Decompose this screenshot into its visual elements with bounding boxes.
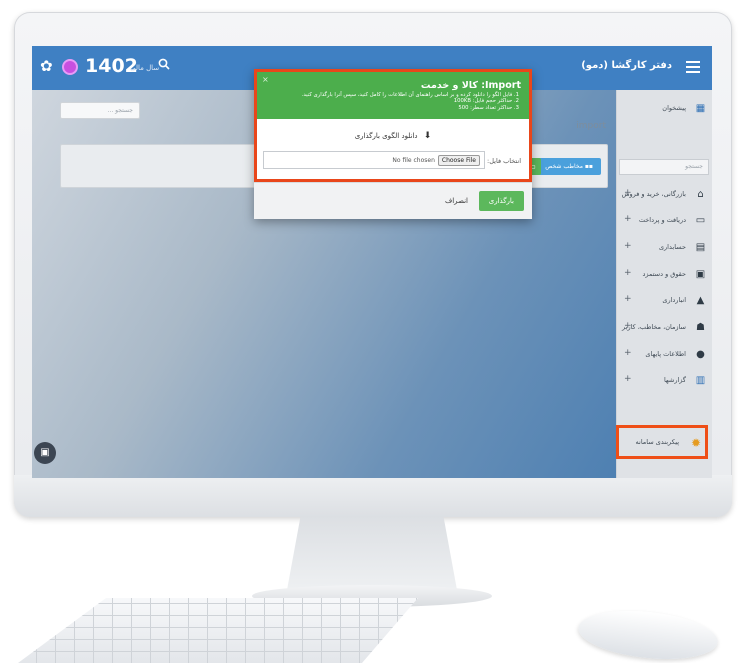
hamburger-menu-icon[interactable]: [686, 61, 700, 73]
modal-instructions: 1. فایل الگو را دانلود کرده و بر اساس را…: [302, 92, 519, 111]
expand-plus-icon[interactable]: +: [624, 294, 632, 304]
file-input[interactable]: Choose File No file chosen: [263, 151, 485, 169]
sidebar-item-label: اطلاعات پایهای: [645, 350, 686, 358]
screen: دفتر کارگشا (دمو) ✿ 1402 سال مالی جستجو …: [32, 46, 712, 478]
users-icon: ▪▪: [584, 163, 593, 170]
modal-title: Import: کالا و خدمت: [420, 80, 521, 91]
expand-plus-icon[interactable]: +: [624, 241, 632, 251]
sidebar-item-label: حقوق و دستمزد: [642, 270, 686, 278]
info-icon: ●: [696, 349, 705, 360]
expand-plus-icon[interactable]: +: [624, 188, 632, 198]
file-select-label: انتخاب فایل:: [487, 157, 521, 165]
settings-gear-icon[interactable]: ✿: [40, 59, 53, 74]
monitor-chin: [14, 475, 732, 517]
close-icon[interactable]: ×: [262, 75, 269, 84]
sidebar-item-organization[interactable]: ☗ سازمان، مخاطب، کاربر +: [616, 318, 712, 338]
monitor: دفتر کارگشا (دمو) ✿ 1402 سال مالی جستجو …: [14, 12, 732, 517]
sidebar-search-input[interactable]: جستجو: [619, 159, 709, 175]
download-template-label: دانلود الگوی بارگذاری: [354, 132, 418, 140]
gear-icon: ✹: [690, 436, 701, 450]
sidebar-item-dashboard[interactable]: ▦ پیشخوان: [616, 99, 712, 119]
sidebar-item-reports[interactable]: ▥ گزارشها +: [616, 371, 712, 391]
app-title: دفتر کارگشا (دمو): [581, 60, 672, 71]
sidebar-item-basic-info[interactable]: ● اطلاعات پایهای +: [616, 345, 712, 365]
modal-footer: بارگذاری انصراف: [254, 182, 532, 219]
chart-icon: ▥: [695, 375, 706, 386]
file-status: No file chosen: [392, 156, 435, 164]
home-icon: ▲: [696, 295, 705, 306]
user-avatar[interactable]: [62, 59, 78, 75]
cancel-button[interactable]: انصراف: [439, 191, 474, 211]
expand-plus-icon[interactable]: +: [624, 268, 632, 278]
download-icon: ⬇: [423, 131, 432, 141]
sidebar: ▦ پیشخوان جستجو ⌂ بازرگانی، خرید و فروش …: [616, 90, 712, 478]
basket-icon: ⌂: [697, 189, 704, 200]
sidebar-item-label: پیکربندی سامانه: [635, 438, 679, 446]
expand-plus-icon[interactable]: +: [624, 214, 632, 224]
expand-plus-icon[interactable]: +: [624, 321, 632, 331]
import-modal: × Import: کالا و خدمت 1. فایل الگو را دا…: [254, 69, 532, 219]
sidebar-item-system-config[interactable]: ✹ پیکربندی سامانه: [616, 425, 708, 459]
sidebar-item-label: سازمان، مخاطب، کاربر: [622, 323, 686, 331]
expand-plus-icon[interactable]: +: [624, 348, 632, 358]
sidebar-item-label: حسابداری: [658, 243, 686, 251]
sidebar-item-label: دریافت و پرداخت: [638, 216, 686, 224]
content-search-input[interactable]: جستجو ...: [60, 102, 140, 119]
keyboard-image: [18, 598, 418, 663]
users-icon: ☗: [696, 322, 705, 333]
person-card-icon: ▣: [695, 269, 706, 280]
sidebar-item-label: پیشخوان: [662, 104, 686, 112]
choose-file-button[interactable]: Choose File: [437, 154, 480, 166]
expand-plus-icon[interactable]: +: [624, 374, 632, 384]
sidebar-item-label: انبارداری: [662, 296, 686, 304]
fiscal-year-label: سال مالی: [130, 64, 160, 72]
page-heading: import: [576, 121, 606, 131]
monitor-stand: [287, 516, 457, 590]
ledger-icon: ▤: [695, 242, 706, 253]
mouse-image: [575, 604, 721, 663]
person-contact-label: مخاطب شخص: [545, 163, 583, 170]
upload-button[interactable]: بارگذاری: [478, 191, 524, 211]
sidebar-item-commerce[interactable]: ⌂ بازرگانی، خرید و فروش +: [616, 185, 712, 205]
dashboard-icon: ▦: [695, 103, 706, 114]
sidebar-item-accounting[interactable]: ▤ حسابداری +: [616, 238, 712, 258]
instruction-line: 3. حداکثر تعداد سطر: 500: [458, 104, 519, 111]
sidebar-item-warehouse[interactable]: ▲ انبارداری +: [616, 291, 712, 311]
sidebar-item-payroll[interactable]: ▣ حقوق و دستمزد +: [616, 265, 712, 285]
modal-body: ⬇ دانلود الگوی بارگذاری انتخاب فایل: Cho…: [254, 119, 532, 182]
card-icon: ▭: [695, 215, 706, 226]
sidebar-item-payments[interactable]: ▭ دریافت و پرداخت +: [616, 211, 712, 231]
download-template-link[interactable]: ⬇ دانلود الگوی بارگذاری: [257, 131, 529, 141]
sidebar-item-label: گزارشها: [663, 376, 686, 384]
person-contact-button[interactable]: ▪▪ مخاطب شخص: [537, 158, 601, 175]
modal-header: × Import: کالا و خدمت 1. فایل الگو را دا…: [254, 69, 532, 119]
search-icon[interactable]: [158, 58, 170, 70]
chat-icon[interactable]: ▣: [34, 442, 56, 464]
